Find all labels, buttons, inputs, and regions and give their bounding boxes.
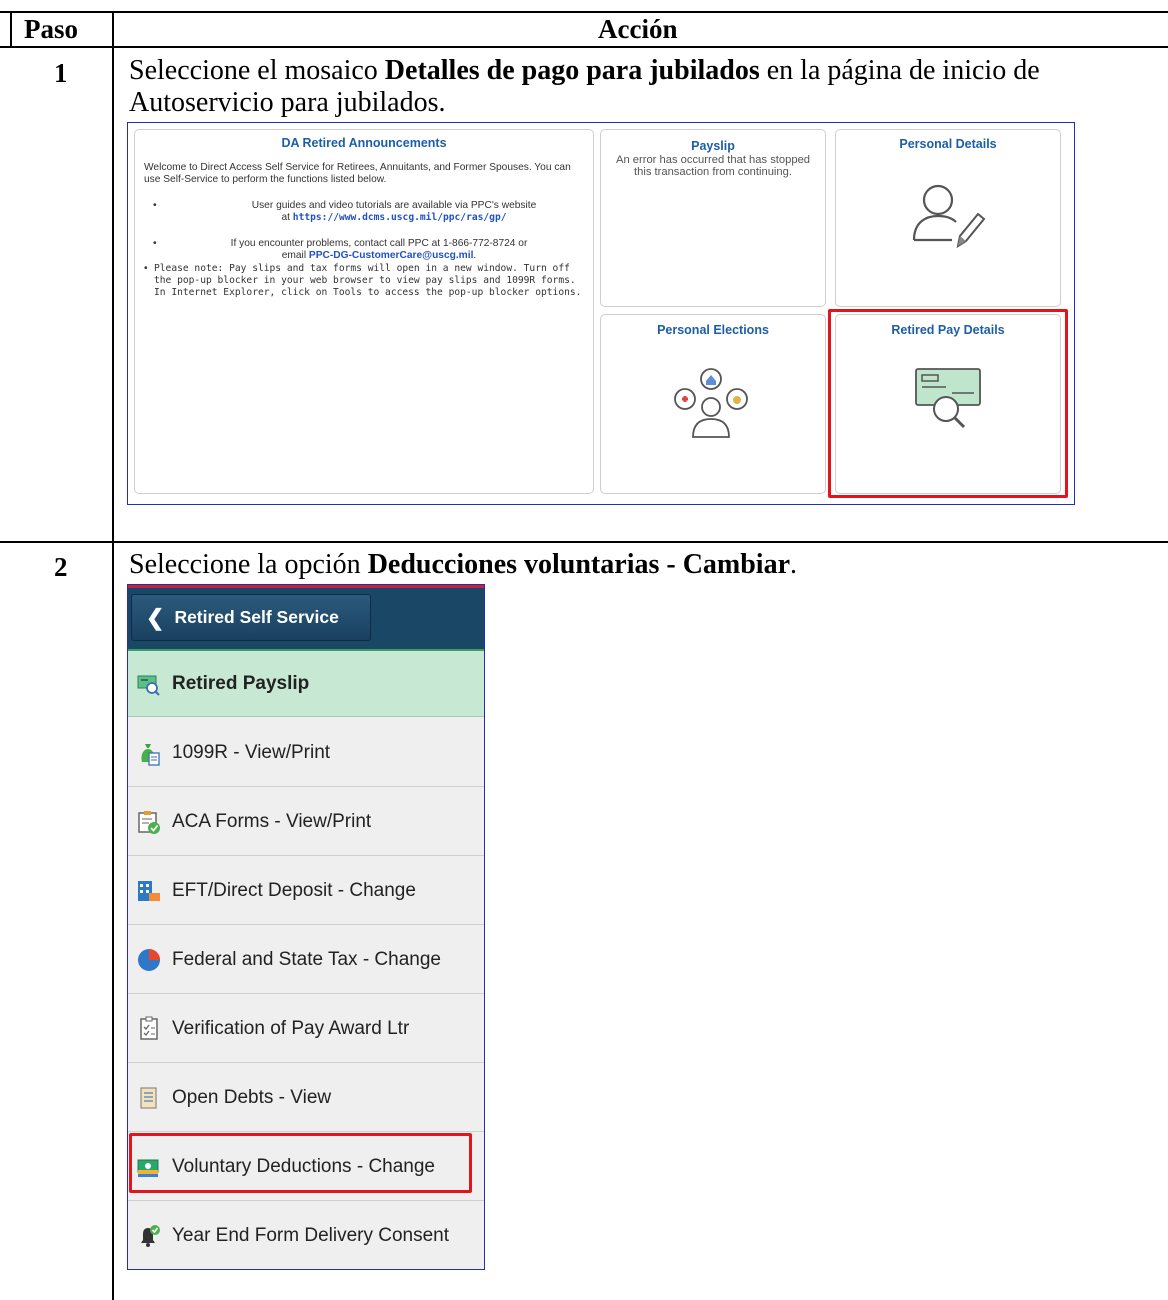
step-number: 1 bbox=[54, 58, 68, 88]
table-top-border bbox=[0, 11, 1168, 13]
header-step: Paso bbox=[24, 14, 78, 44]
announcements-tile[interactable]: DA Retired Announcements Welcome to Dire… bbox=[134, 129, 594, 494]
instruction-text: Seleccione el mosaico bbox=[129, 55, 385, 86]
nav-item-open-debts[interactable]: Open Debts - View bbox=[128, 1064, 484, 1132]
announcement-bullet: • User guides and video tutorials are av… bbox=[153, 200, 537, 223]
bullet-text: at bbox=[281, 212, 293, 223]
announcement-bullet: • If you encounter problems, contact cal… bbox=[153, 238, 528, 261]
instruction-text: . bbox=[790, 549, 798, 580]
nav-item-label: Federal and State Tax - Change bbox=[172, 948, 441, 970]
nav-item-label: Retired Payslip bbox=[172, 672, 310, 694]
announcement-note: • Please note: Pay slips and tax forms w… bbox=[144, 263, 582, 298]
instruction-text: Seleccione la opción bbox=[129, 549, 368, 580]
bullet-text: User guides and video tutorials are avai… bbox=[251, 200, 537, 211]
person-elections-icon bbox=[674, 368, 748, 438]
announcement-body: Welcome to Direct Access Self Service fo… bbox=[144, 162, 584, 299]
step-instruction: Seleccione la opción Deducciones volunta… bbox=[129, 549, 1159, 581]
nav-item-aca-forms[interactable]: ACA Forms - View/Print bbox=[128, 788, 484, 856]
bell-check-icon bbox=[141, 1224, 160, 1247]
payslip-tile[interactable]: Payslip An error has occurred that has s… bbox=[600, 129, 826, 307]
bullet-text: . bbox=[473, 250, 477, 261]
nav-item-label: 1099R - View/Print bbox=[172, 741, 331, 763]
back-button[interactable]: ❮ Retired Self Service bbox=[131, 594, 371, 641]
bullet-text: email bbox=[281, 250, 309, 261]
ppc-website-link[interactable]: https://www.dcms.uscg.mil/ppc/ras/gp/ bbox=[293, 212, 507, 223]
document-list-icon bbox=[140, 1086, 157, 1109]
header-action: Acción bbox=[598, 14, 678, 44]
note-text: Please note: Pay slips and tax forms wil… bbox=[154, 263, 582, 298]
highlight-box bbox=[828, 309, 1068, 498]
table-header-divider bbox=[0, 46, 1168, 48]
nav-item-label: Open Debts - View bbox=[172, 1086, 332, 1108]
back-button-label: Retired Self Service bbox=[174, 607, 339, 627]
step-number: 2 bbox=[54, 552, 68, 582]
nav-item-retired-payslip[interactable]: Retired Payslip bbox=[128, 649, 484, 717]
tile-title: Personal Details bbox=[899, 137, 997, 151]
nav-item-label: Verification of Pay Award Ltr bbox=[172, 1017, 410, 1039]
chevron-left-icon: ❮ bbox=[146, 604, 165, 630]
money-bag-icon bbox=[141, 743, 160, 766]
customer-care-email-link[interactable]: PPC-DG-CustomerCare@uscg.mil bbox=[309, 250, 473, 261]
personal-elections-tile[interactable]: Personal Elections bbox=[600, 314, 826, 494]
bank-building-icon bbox=[138, 880, 160, 901]
table-column-divider bbox=[112, 11, 114, 1300]
clipboard-check-icon bbox=[138, 810, 160, 834]
table-row-divider bbox=[0, 541, 1168, 543]
pie-chart-icon bbox=[138, 948, 160, 971]
payslip-error-message: An error has occurred that has stopped t… bbox=[615, 154, 811, 178]
nav-item-label: Year End Form Delivery Consent bbox=[172, 1224, 450, 1246]
tile-title: Payslip bbox=[691, 139, 735, 153]
nav-item-federal-state-tax[interactable]: Federal and State Tax - Change bbox=[128, 926, 484, 994]
payslip-icon bbox=[137, 675, 160, 696]
personal-details-tile[interactable]: Personal Details bbox=[835, 129, 1061, 307]
announcement-intro: Welcome to Direct Access Self Service fo… bbox=[144, 162, 571, 185]
tile-title: DA Retired Announcements bbox=[281, 136, 447, 150]
nav-item-year-end-consent[interactable]: Year End Form Delivery Consent bbox=[128, 1202, 484, 1269]
nav-item-1099r[interactable]: 1099R - View/Print bbox=[128, 719, 484, 787]
instruction-bold-term: Deducciones voluntarias - Cambiar bbox=[367, 549, 791, 580]
person-edit-icon bbox=[912, 184, 986, 249]
table-left-border bbox=[10, 11, 12, 48]
nav-item-verification-pay-award[interactable]: Verification of Pay Award Ltr bbox=[128, 995, 484, 1063]
nav-item-label: EFT/Direct Deposit - Change bbox=[172, 879, 416, 901]
nav-item-eft-direct-deposit[interactable]: EFT/Direct Deposit - Change bbox=[128, 857, 484, 925]
checklist-icon bbox=[140, 1016, 158, 1040]
instruction-bold-term: Detalles de pago para jubilados bbox=[384, 55, 760, 86]
bullet-text: If you encounter problems, contact call … bbox=[230, 238, 528, 249]
tile-title: Personal Elections bbox=[657, 323, 769, 337]
step-instruction: Seleccione el mosaico Detalles de pago p… bbox=[129, 55, 1159, 119]
homepage-screenshot: DA Retired Announcements Welcome to Dire… bbox=[127, 122, 1075, 505]
nav-header: ❮ Retired Self Service bbox=[128, 585, 484, 649]
highlight-box bbox=[129, 1133, 472, 1193]
nav-item-label: ACA Forms - View/Print bbox=[172, 810, 372, 832]
